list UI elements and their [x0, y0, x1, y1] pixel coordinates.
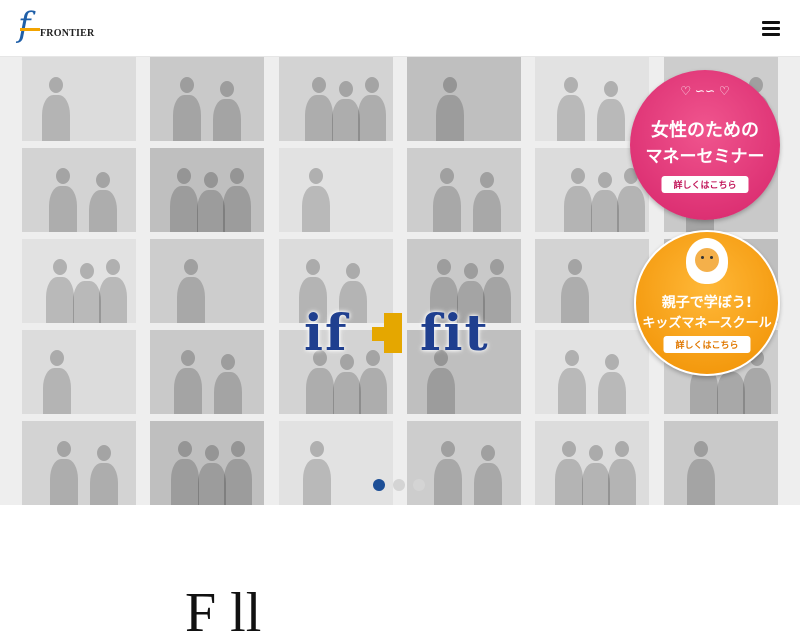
photo-tile — [22, 148, 136, 232]
photo-tile — [407, 57, 521, 141]
carousel-dot-1[interactable] — [373, 479, 385, 491]
menu-line — [762, 21, 780, 24]
photo-tile — [664, 421, 778, 505]
kids-money-school-banner[interactable]: 親子で学ぼう! キッズマネースクール 詳しくはこちら — [634, 230, 780, 376]
photo-tile — [150, 421, 264, 505]
photo-tile — [22, 239, 136, 323]
photo-tile — [407, 421, 521, 505]
photo-tile — [22, 57, 136, 141]
photo-tile — [407, 148, 521, 232]
mascot-eye — [710, 256, 713, 259]
photo-tile — [150, 330, 264, 414]
logo-mark: f — [18, 5, 31, 45]
mascot-icon — [686, 238, 728, 284]
hamburger-icon[interactable] — [762, 20, 780, 36]
details-button[interactable]: 詳しくはこちら — [663, 336, 751, 353]
photo-tile — [535, 421, 649, 505]
photo-tile — [535, 239, 649, 323]
womens-seminar-banner[interactable]: ♡ ∽∽ ♡ 女性のための マネーセミナー 詳しくはこちら — [630, 70, 780, 220]
heart-ornament-icon: ♡ ∽∽ ♡ — [680, 84, 730, 98]
carousel-indicators — [373, 479, 433, 491]
logo-word-fit: fit — [420, 303, 490, 362]
logo-plus-bar — [372, 327, 400, 341]
site-header: f FRONTIER — [0, 0, 800, 57]
photo-tile — [22, 330, 136, 414]
logo-text: FRONTIER — [40, 28, 95, 39]
banner-title-line1: 女性のための — [651, 120, 759, 141]
menu-line — [762, 27, 780, 30]
menu-line — [762, 33, 780, 36]
photo-tile — [279, 57, 393, 141]
photo-tile — [150, 57, 264, 141]
photo-tile — [150, 148, 264, 232]
carousel-dot-3[interactable] — [413, 479, 425, 491]
banner-title-line2: キッズマネースクール — [642, 316, 772, 331]
logo-accent-bar — [20, 28, 40, 31]
banner-title-line2: マネーセミナー — [645, 147, 765, 167]
logo-word-if: if — [304, 303, 349, 362]
details-button[interactable]: 詳しくはこちら — [661, 176, 749, 193]
section-heading: F ll — [185, 582, 262, 644]
photo-tile — [150, 239, 264, 323]
if-fit-logo: if fit — [300, 305, 500, 365]
photo-tile — [279, 421, 393, 505]
mascot-eye — [701, 256, 704, 259]
banner-title-line1: 親子で学ぼう! — [661, 295, 753, 311]
mascot-face — [695, 248, 719, 272]
frontier-logo[interactable]: f FRONTIER — [18, 8, 108, 44]
photo-tile — [22, 421, 136, 505]
photo-tile — [279, 148, 393, 232]
photo-tile — [535, 330, 649, 414]
carousel-dot-2[interactable] — [393, 479, 405, 491]
